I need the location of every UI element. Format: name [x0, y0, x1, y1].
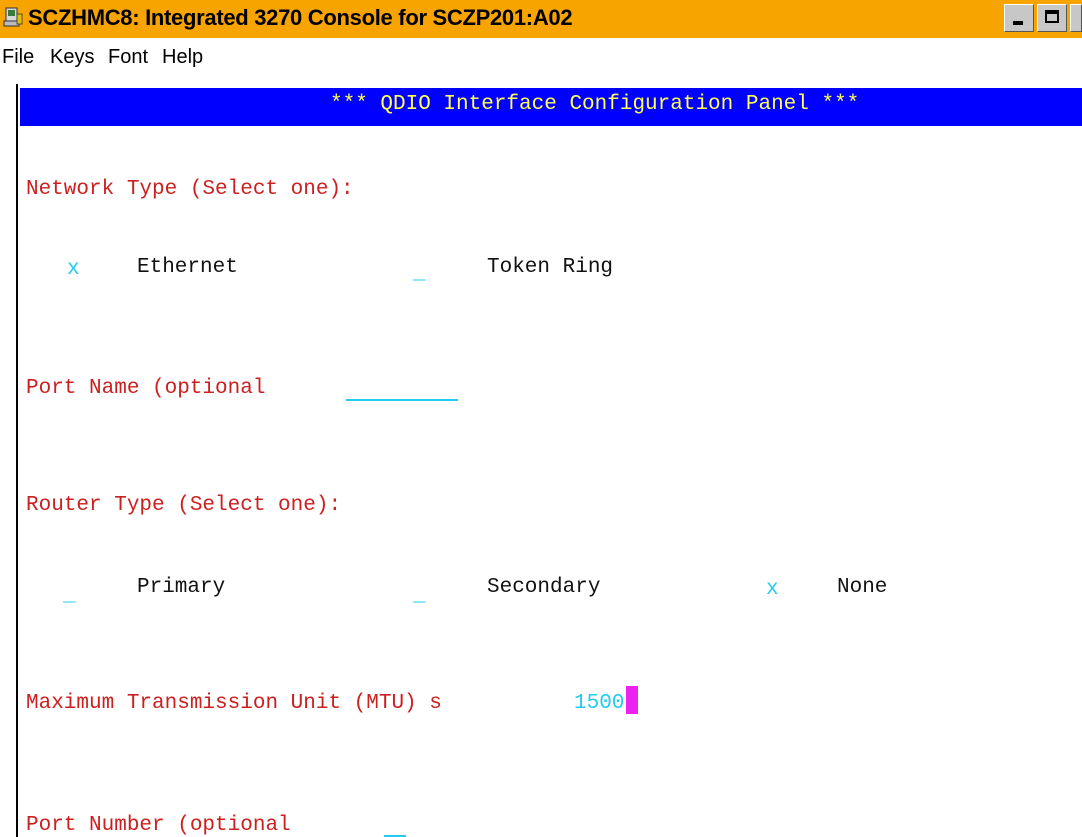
menu-keys[interactable]: Keys	[50, 46, 94, 69]
network-ethernet-select[interactable]: x	[67, 258, 80, 281]
port-name-field-underline	[346, 399, 458, 401]
router-primary-select[interactable]: _	[63, 584, 76, 607]
title-bar[interactable]: SCZHMC8: Integrated 3270 Console for SCZ…	[0, 0, 1082, 38]
menu-file[interactable]: File	[2, 46, 34, 69]
minimize-button[interactable]	[1004, 4, 1034, 32]
port-number-label: Port Number (optional	[26, 814, 291, 837]
mtu-label: Maximum Transmission Unit (MTU) s	[26, 692, 442, 715]
router-type-label: Router Type (Select one):	[26, 494, 342, 517]
router-secondary-select[interactable]: _	[413, 584, 426, 607]
close-button[interactable]	[1070, 4, 1082, 32]
window-controls	[1004, 4, 1082, 34]
router-none-label: None	[837, 576, 888, 599]
terminal-left-border	[16, 84, 18, 837]
maximize-icon	[1045, 10, 1059, 23]
window-title: SCZHMC8: Integrated 3270 Console for SCZ…	[28, 5, 573, 30]
panel-header-bar: *** QDIO Interface Configuration Panel *…	[20, 88, 1082, 126]
router-secondary-label: Secondary	[487, 576, 601, 599]
port-name-label: Port Name (optional	[26, 377, 266, 400]
terminal-app-icon	[3, 7, 23, 27]
network-ethernet-label: Ethernet	[137, 256, 238, 279]
menu-help[interactable]: Help	[162, 46, 203, 69]
network-type-label: Network Type (Select one):	[26, 178, 354, 201]
router-none-select[interactable]: x	[766, 578, 779, 601]
menu-bar: File Keys Font Help	[0, 38, 1082, 78]
mtu-input[interactable]: 1500	[574, 692, 624, 715]
network-token-ring-select[interactable]: _	[413, 262, 426, 285]
network-token-ring-label: Token Ring	[487, 256, 614, 279]
menu-font[interactable]: Font	[108, 46, 148, 69]
text-cursor	[626, 686, 638, 714]
minimize-icon	[1013, 21, 1023, 25]
maximize-button[interactable]	[1037, 4, 1067, 32]
router-primary-label: Primary	[137, 576, 226, 599]
panel-title: *** QDIO Interface Configuration Panel *…	[330, 93, 860, 116]
